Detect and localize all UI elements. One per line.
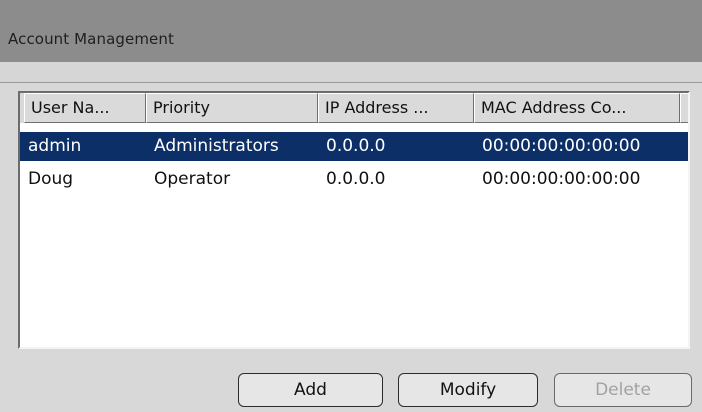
- column-header-user-name[interactable]: User Na...: [24, 93, 146, 123]
- table-header-row: User Na... Priority IP Address ... MAC A…: [20, 93, 688, 123]
- column-header-spacer: [680, 93, 688, 123]
- title-bar: Account Management: [0, 0, 702, 62]
- title-divider: [0, 82, 702, 83]
- accounts-table: User Na... Priority IP Address ... MAC A…: [18, 91, 690, 349]
- priority-cell: Operator: [154, 169, 231, 189]
- ip-address-cell: 0.0.0.0: [326, 136, 386, 156]
- mac-address-cell: 00:00:00:00:00:00: [482, 169, 641, 189]
- add-button[interactable]: Add: [238, 373, 383, 407]
- priority-cell: Administrators: [154, 136, 279, 156]
- user-name-cell: Doug: [28, 169, 74, 189]
- account-management-window: Account Management User Na... Priority I…: [0, 0, 702, 412]
- column-header-mac-address[interactable]: MAC Address Co...: [474, 93, 680, 123]
- delete-button: Delete: [554, 373, 692, 407]
- modify-button[interactable]: Modify: [398, 373, 538, 407]
- user-name-cell: admin: [28, 136, 82, 156]
- ip-address-cell: 0.0.0.0: [326, 169, 386, 189]
- window-title: Account Management: [8, 30, 174, 48]
- title-gap: [0, 62, 702, 82]
- action-buttons: Add Modify Delete: [0, 373, 702, 409]
- table-row-admin[interactable]: admin Administrators 0.0.0.0 00:00:00:00…: [20, 132, 688, 161]
- mac-address-cell: 00:00:00:00:00:00: [482, 136, 641, 156]
- column-header-priority[interactable]: Priority: [146, 93, 318, 123]
- table-row-doug[interactable]: Doug Operator 0.0.0.0 00:00:00:00:00:00: [20, 165, 688, 194]
- column-header-ip-address[interactable]: IP Address ...: [318, 93, 474, 123]
